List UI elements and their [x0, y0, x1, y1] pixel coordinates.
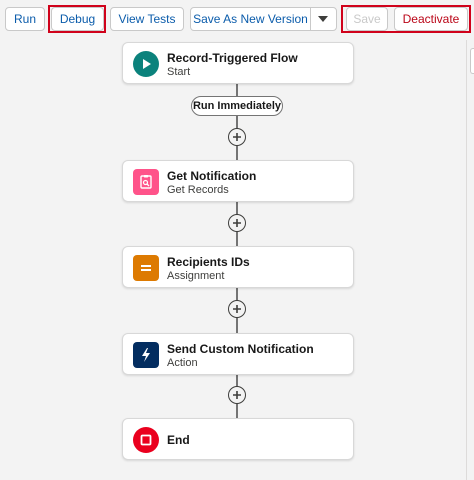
add-element-button[interactable]: [228, 128, 246, 146]
action-element-card[interactable]: Send Custom Notification Action: [122, 333, 354, 375]
plus-icon: [233, 305, 241, 313]
get-records-element-card[interactable]: Get Notification Get Records: [122, 160, 354, 202]
flow-builder-toolbar: Run Debug View Tests Save As New Version…: [0, 0, 474, 40]
run-immediately-path-label[interactable]: Run Immediately: [191, 96, 283, 116]
run-button[interactable]: Run: [5, 7, 45, 31]
element-title: Send Custom Notification: [167, 342, 314, 356]
plus-icon: [233, 133, 241, 141]
stop-icon: [133, 427, 159, 453]
assignment-icon: [133, 255, 159, 281]
view-tests-button[interactable]: View Tests: [110, 7, 184, 31]
debug-button[interactable]: Debug: [51, 7, 104, 31]
element-type: Start: [167, 66, 191, 78]
panel-toggle-tab[interactable]: [470, 48, 474, 74]
connector-line: [236, 84, 238, 96]
right-panel-edge: [466, 40, 474, 480]
chevron-down-icon: [318, 16, 328, 22]
get-records-icon: [133, 169, 159, 195]
add-element-button[interactable]: [228, 214, 246, 232]
lightning-icon: [133, 342, 159, 368]
add-element-button[interactable]: [228, 386, 246, 404]
assignment-element-card[interactable]: Recipients IDs Assignment: [122, 246, 354, 288]
save-button[interactable]: Save: [346, 7, 388, 31]
end-element-card[interactable]: End: [122, 418, 354, 460]
element-title: Recipients IDs: [167, 255, 250, 269]
element-type: Get Records: [167, 184, 229, 196]
deactivate-button[interactable]: Deactivate: [394, 7, 468, 31]
element-title: Get Notification: [167, 169, 257, 183]
element-type: Action: [167, 357, 198, 369]
add-element-button[interactable]: [228, 300, 246, 318]
element-title: End: [167, 433, 190, 447]
element-type: Assignment: [167, 270, 225, 282]
save-as-new-version-button[interactable]: Save As New Version: [190, 7, 311, 31]
element-title: Record-Triggered Flow: [167, 51, 298, 65]
play-icon: [133, 51, 159, 77]
start-element-card[interactable]: Record-Triggered Flow Start: [122, 42, 354, 84]
plus-icon: [233, 219, 241, 227]
plus-icon: [233, 391, 241, 399]
